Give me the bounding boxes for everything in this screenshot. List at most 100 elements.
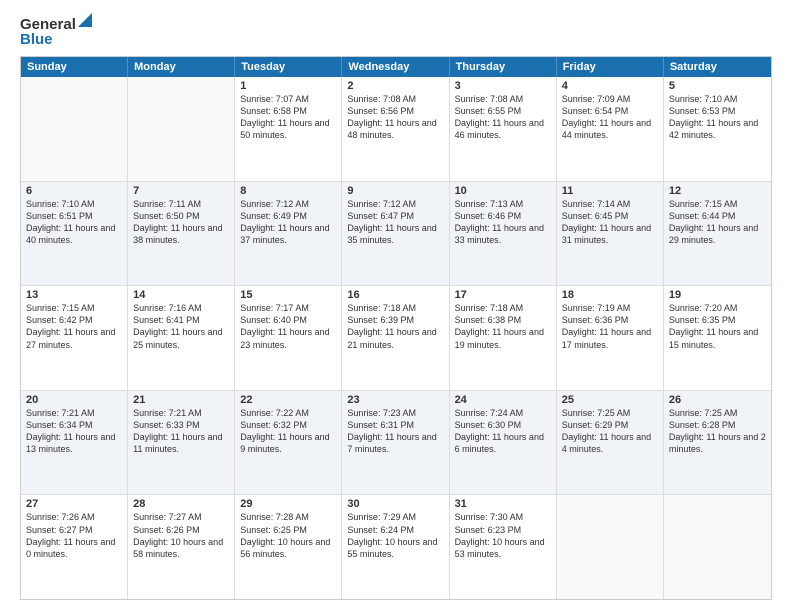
day-number: 11 <box>562 185 658 197</box>
day-number: 5 <box>669 80 766 92</box>
calendar-cell: 20Sunrise: 7:21 AM Sunset: 6:34 PM Dayli… <box>21 391 128 495</box>
day-info: Sunrise: 7:10 AM Sunset: 6:51 PM Dayligh… <box>26 198 122 247</box>
day-info: Sunrise: 7:18 AM Sunset: 6:39 PM Dayligh… <box>347 302 443 351</box>
day-info: Sunrise: 7:14 AM Sunset: 6:45 PM Dayligh… <box>562 198 658 247</box>
day-number: 20 <box>26 394 122 406</box>
calendar-cell: 4Sunrise: 7:09 AM Sunset: 6:54 PM Daylig… <box>557 77 664 181</box>
day-number: 10 <box>455 185 551 197</box>
day-header-wednesday: Wednesday <box>342 57 449 77</box>
day-info: Sunrise: 7:21 AM Sunset: 6:33 PM Dayligh… <box>133 407 229 456</box>
day-number: 18 <box>562 289 658 301</box>
day-number: 26 <box>669 394 766 406</box>
calendar-cell: 7Sunrise: 7:11 AM Sunset: 6:50 PM Daylig… <box>128 182 235 286</box>
calendar-body: 1Sunrise: 7:07 AM Sunset: 6:58 PM Daylig… <box>21 77 771 599</box>
day-info: Sunrise: 7:15 AM Sunset: 6:44 PM Dayligh… <box>669 198 766 247</box>
calendar-cell: 11Sunrise: 7:14 AM Sunset: 6:45 PM Dayli… <box>557 182 664 286</box>
calendar-cell: 18Sunrise: 7:19 AM Sunset: 6:36 PM Dayli… <box>557 286 664 390</box>
calendar-row-2: 6Sunrise: 7:10 AM Sunset: 6:51 PM Daylig… <box>21 182 771 287</box>
day-number: 21 <box>133 394 229 406</box>
day-number: 30 <box>347 498 443 510</box>
day-info: Sunrise: 7:19 AM Sunset: 6:36 PM Dayligh… <box>562 302 658 351</box>
day-info: Sunrise: 7:11 AM Sunset: 6:50 PM Dayligh… <box>133 198 229 247</box>
day-info: Sunrise: 7:15 AM Sunset: 6:42 PM Dayligh… <box>26 302 122 351</box>
day-info: Sunrise: 7:21 AM Sunset: 6:34 PM Dayligh… <box>26 407 122 456</box>
calendar-cell: 16Sunrise: 7:18 AM Sunset: 6:39 PM Dayli… <box>342 286 449 390</box>
day-number: 31 <box>455 498 551 510</box>
day-info: Sunrise: 7:12 AM Sunset: 6:47 PM Dayligh… <box>347 198 443 247</box>
day-info: Sunrise: 7:12 AM Sunset: 6:49 PM Dayligh… <box>240 198 336 247</box>
calendar-cell <box>664 495 771 599</box>
day-info: Sunrise: 7:26 AM Sunset: 6:27 PM Dayligh… <box>26 511 122 560</box>
logo: General Blue <box>20 16 92 48</box>
day-info: Sunrise: 7:08 AM Sunset: 6:56 PM Dayligh… <box>347 93 443 142</box>
calendar-cell: 1Sunrise: 7:07 AM Sunset: 6:58 PM Daylig… <box>235 77 342 181</box>
day-info: Sunrise: 7:30 AM Sunset: 6:23 PM Dayligh… <box>455 511 551 560</box>
day-number: 17 <box>455 289 551 301</box>
day-info: Sunrise: 7:07 AM Sunset: 6:58 PM Dayligh… <box>240 93 336 142</box>
day-info: Sunrise: 7:25 AM Sunset: 6:28 PM Dayligh… <box>669 407 766 456</box>
calendar-cell: 2Sunrise: 7:08 AM Sunset: 6:56 PM Daylig… <box>342 77 449 181</box>
day-info: Sunrise: 7:09 AM Sunset: 6:54 PM Dayligh… <box>562 93 658 142</box>
calendar-cell: 31Sunrise: 7:30 AM Sunset: 6:23 PM Dayli… <box>450 495 557 599</box>
calendar-cell: 5Sunrise: 7:10 AM Sunset: 6:53 PM Daylig… <box>664 77 771 181</box>
day-number: 7 <box>133 185 229 197</box>
day-info: Sunrise: 7:28 AM Sunset: 6:25 PM Dayligh… <box>240 511 336 560</box>
calendar: SundayMondayTuesdayWednesdayThursdayFrid… <box>20 56 772 600</box>
calendar-cell: 22Sunrise: 7:22 AM Sunset: 6:32 PM Dayli… <box>235 391 342 495</box>
day-info: Sunrise: 7:13 AM Sunset: 6:46 PM Dayligh… <box>455 198 551 247</box>
day-info: Sunrise: 7:16 AM Sunset: 6:41 PM Dayligh… <box>133 302 229 351</box>
calendar-cell <box>21 77 128 181</box>
day-info: Sunrise: 7:18 AM Sunset: 6:38 PM Dayligh… <box>455 302 551 351</box>
calendar-cell: 13Sunrise: 7:15 AM Sunset: 6:42 PM Dayli… <box>21 286 128 390</box>
day-info: Sunrise: 7:25 AM Sunset: 6:29 PM Dayligh… <box>562 407 658 456</box>
day-info: Sunrise: 7:22 AM Sunset: 6:32 PM Dayligh… <box>240 407 336 456</box>
day-info: Sunrise: 7:08 AM Sunset: 6:55 PM Dayligh… <box>455 93 551 142</box>
day-number: 4 <box>562 80 658 92</box>
calendar-cell: 25Sunrise: 7:25 AM Sunset: 6:29 PM Dayli… <box>557 391 664 495</box>
day-number: 16 <box>347 289 443 301</box>
calendar-header: SundayMondayTuesdayWednesdayThursdayFrid… <box>21 57 771 77</box>
calendar-cell: 26Sunrise: 7:25 AM Sunset: 6:28 PM Dayli… <box>664 391 771 495</box>
day-header-thursday: Thursday <box>450 57 557 77</box>
calendar-row-5: 27Sunrise: 7:26 AM Sunset: 6:27 PM Dayli… <box>21 495 771 599</box>
calendar-cell: 28Sunrise: 7:27 AM Sunset: 6:26 PM Dayli… <box>128 495 235 599</box>
calendar-row-1: 1Sunrise: 7:07 AM Sunset: 6:58 PM Daylig… <box>21 77 771 182</box>
calendar-row-3: 13Sunrise: 7:15 AM Sunset: 6:42 PM Dayli… <box>21 286 771 391</box>
calendar-cell: 21Sunrise: 7:21 AM Sunset: 6:33 PM Dayli… <box>128 391 235 495</box>
day-number: 24 <box>455 394 551 406</box>
day-number: 8 <box>240 185 336 197</box>
day-number: 13 <box>26 289 122 301</box>
logo-blue: Blue <box>20 31 53 48</box>
day-number: 2 <box>347 80 443 92</box>
calendar-cell: 9Sunrise: 7:12 AM Sunset: 6:47 PM Daylig… <box>342 182 449 286</box>
day-header-sunday: Sunday <box>21 57 128 77</box>
day-number: 12 <box>669 185 766 197</box>
page-header: General Blue <box>20 16 772 48</box>
calendar-row-4: 20Sunrise: 7:21 AM Sunset: 6:34 PM Dayli… <box>21 391 771 496</box>
calendar-cell: 12Sunrise: 7:15 AM Sunset: 6:44 PM Dayli… <box>664 182 771 286</box>
calendar-cell: 10Sunrise: 7:13 AM Sunset: 6:46 PM Dayli… <box>450 182 557 286</box>
calendar-cell: 3Sunrise: 7:08 AM Sunset: 6:55 PM Daylig… <box>450 77 557 181</box>
day-header-monday: Monday <box>128 57 235 77</box>
day-number: 22 <box>240 394 336 406</box>
day-info: Sunrise: 7:24 AM Sunset: 6:30 PM Dayligh… <box>455 407 551 456</box>
calendar-cell: 6Sunrise: 7:10 AM Sunset: 6:51 PM Daylig… <box>21 182 128 286</box>
day-header-saturday: Saturday <box>664 57 771 77</box>
calendar-cell <box>128 77 235 181</box>
day-number: 14 <box>133 289 229 301</box>
day-info: Sunrise: 7:17 AM Sunset: 6:40 PM Dayligh… <box>240 302 336 351</box>
day-number: 6 <box>26 185 122 197</box>
day-info: Sunrise: 7:20 AM Sunset: 6:35 PM Dayligh… <box>669 302 766 351</box>
day-header-tuesday: Tuesday <box>235 57 342 77</box>
calendar-cell: 14Sunrise: 7:16 AM Sunset: 6:41 PM Dayli… <box>128 286 235 390</box>
day-number: 9 <box>347 185 443 197</box>
day-number: 15 <box>240 289 336 301</box>
day-number: 23 <box>347 394 443 406</box>
calendar-cell: 27Sunrise: 7:26 AM Sunset: 6:27 PM Dayli… <box>21 495 128 599</box>
calendar-cell: 15Sunrise: 7:17 AM Sunset: 6:40 PM Dayli… <box>235 286 342 390</box>
calendar-cell: 8Sunrise: 7:12 AM Sunset: 6:49 PM Daylig… <box>235 182 342 286</box>
day-header-friday: Friday <box>557 57 664 77</box>
day-number: 1 <box>240 80 336 92</box>
day-number: 25 <box>562 394 658 406</box>
calendar-cell: 23Sunrise: 7:23 AM Sunset: 6:31 PM Dayli… <box>342 391 449 495</box>
